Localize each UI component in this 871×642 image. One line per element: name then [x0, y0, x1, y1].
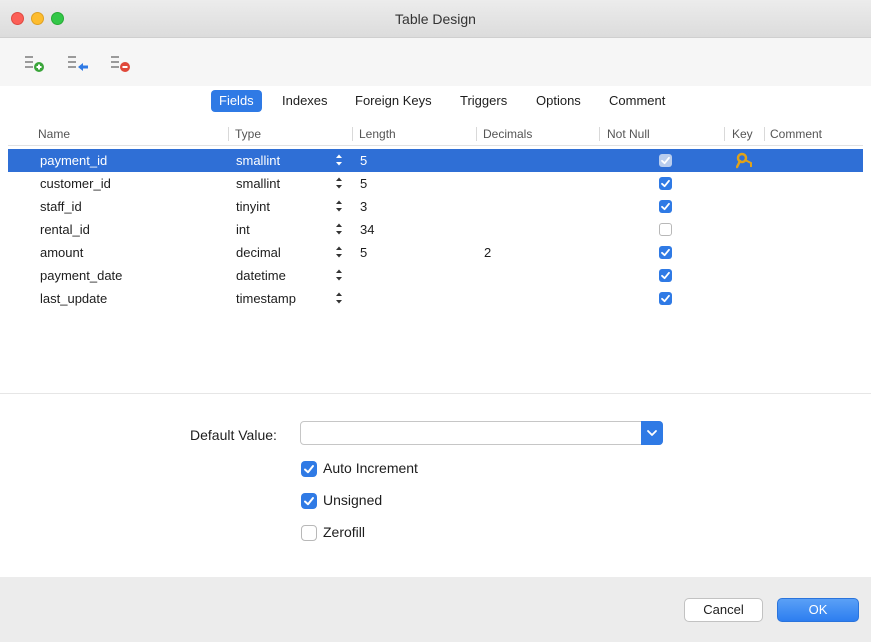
tab-triggers[interactable]: Triggers: [452, 90, 515, 112]
column-header-decimals[interactable]: Decimals: [483, 127, 532, 141]
title-bar: Table Design: [0, 0, 871, 38]
field-name-cell[interactable]: amount: [40, 245, 83, 260]
column-divider: [228, 127, 229, 141]
column-divider: [352, 127, 353, 141]
add-field-button[interactable]: [24, 52, 50, 74]
type-stepper-icon[interactable]: [334, 267, 344, 283]
fields-table: Name Type Length Decimals Not Null Key C…: [8, 122, 863, 380]
field-decimals-cell[interactable]: 2: [484, 245, 491, 260]
not-null-checkbox-checked[interactable]: [659, 269, 672, 282]
column-divider: [724, 127, 725, 141]
default-value-label: Default Value:: [190, 427, 277, 443]
checkbox-checked-icon[interactable]: [301, 461, 317, 477]
tab-indexes[interactable]: Indexes: [274, 90, 336, 112]
column-divider: [599, 127, 600, 141]
ok-button[interactable]: OK: [777, 598, 859, 622]
column-header-name[interactable]: Name: [38, 127, 70, 141]
field-length-cell[interactable]: 3: [360, 199, 367, 214]
unsigned-label: Unsigned: [323, 492, 383, 508]
type-stepper-icon[interactable]: [334, 244, 344, 260]
tab-options[interactable]: Options: [528, 90, 589, 112]
field-name-cell[interactable]: rental_id: [40, 222, 90, 237]
field-length-cell[interactable]: 5: [360, 245, 367, 260]
field-length-cell[interactable]: 5: [360, 153, 367, 168]
column-header-type[interactable]: Type: [235, 127, 261, 141]
field-name-cell[interactable]: payment_id: [40, 153, 107, 168]
insert-field-button[interactable]: [67, 52, 93, 74]
field-length-cell[interactable]: 34: [360, 222, 374, 237]
window-title: Table Design: [395, 11, 476, 27]
table-row[interactable]: amount decimal 5 2: [8, 241, 863, 264]
table-row[interactable]: payment_date datetime: [8, 264, 863, 287]
type-stepper-icon[interactable]: [334, 175, 344, 191]
checkbox-unchecked-icon[interactable]: [301, 525, 317, 541]
cancel-button[interactable]: Cancel: [684, 598, 763, 622]
toolbar: [0, 38, 871, 86]
not-null-checkbox-checked[interactable]: [659, 154, 672, 167]
not-null-checkbox-unchecked[interactable]: [659, 223, 672, 236]
field-type-cell[interactable]: decimal: [236, 245, 281, 260]
type-stepper-icon[interactable]: [334, 221, 344, 237]
table-row[interactable]: customer_id smallint 5: [8, 172, 863, 195]
field-name-cell[interactable]: customer_id: [40, 176, 111, 191]
not-null-checkbox-checked[interactable]: [659, 200, 672, 213]
column-header-key[interactable]: Key: [732, 127, 753, 141]
not-null-checkbox-checked[interactable]: [659, 246, 672, 259]
tab-fields[interactable]: Fields: [211, 90, 262, 112]
field-type-cell[interactable]: smallint: [236, 153, 280, 168]
field-type-cell[interactable]: tinyint: [236, 199, 270, 214]
default-value-dropdown-button[interactable]: [641, 421, 663, 445]
field-type-cell[interactable]: smallint: [236, 176, 280, 191]
tab-foreign-keys[interactable]: Foreign Keys: [347, 90, 440, 112]
not-null-checkbox-checked[interactable]: [659, 292, 672, 305]
default-value-combobox[interactable]: [300, 421, 663, 445]
table-row[interactable]: payment_id smallint 5: [8, 149, 863, 172]
type-stepper-icon[interactable]: [334, 290, 344, 306]
field-type-cell[interactable]: int: [236, 222, 250, 237]
checkbox-checked-icon[interactable]: [301, 493, 317, 509]
zerofill-label: Zerofill: [323, 524, 366, 540]
field-name-cell[interactable]: staff_id: [40, 199, 82, 214]
column-divider: [476, 127, 477, 141]
delete-field-icon: [111, 56, 130, 72]
auto-increment-label: Auto Increment: [323, 460, 418, 476]
primary-key-icon: [735, 151, 758, 172]
field-name-cell[interactable]: payment_date: [40, 268, 122, 283]
field-type-cell[interactable]: datetime: [236, 268, 286, 283]
delete-field-button[interactable]: [110, 52, 136, 74]
field-type-cell[interactable]: timestamp: [236, 291, 296, 306]
field-length-cell[interactable]: 5: [360, 176, 367, 191]
insert-field-icon: [68, 56, 88, 71]
table-row[interactable]: staff_id tinyint 3: [8, 195, 863, 218]
table-row[interactable]: last_update timestamp: [8, 287, 863, 310]
column-divider: [764, 127, 765, 141]
tab-bar: Fields Indexes Foreign Keys Triggers Opt…: [0, 86, 871, 116]
chevron-down-icon: [647, 430, 657, 436]
field-name-cell[interactable]: last_update: [40, 291, 107, 306]
type-stepper-icon[interactable]: [334, 198, 344, 214]
column-header-length[interactable]: Length: [359, 127, 396, 141]
add-field-icon: [25, 56, 44, 72]
type-stepper-icon[interactable]: [334, 152, 344, 168]
table-row[interactable]: rental_id int 34: [8, 218, 863, 241]
tab-comment[interactable]: Comment: [601, 90, 673, 112]
not-null-checkbox-checked[interactable]: [659, 177, 672, 190]
section-divider: [0, 393, 871, 394]
table-header: Name Type Length Decimals Not Null Key C…: [8, 122, 863, 146]
column-header-not-null[interactable]: Not Null: [607, 127, 650, 141]
column-header-comment[interactable]: Comment: [770, 127, 822, 141]
